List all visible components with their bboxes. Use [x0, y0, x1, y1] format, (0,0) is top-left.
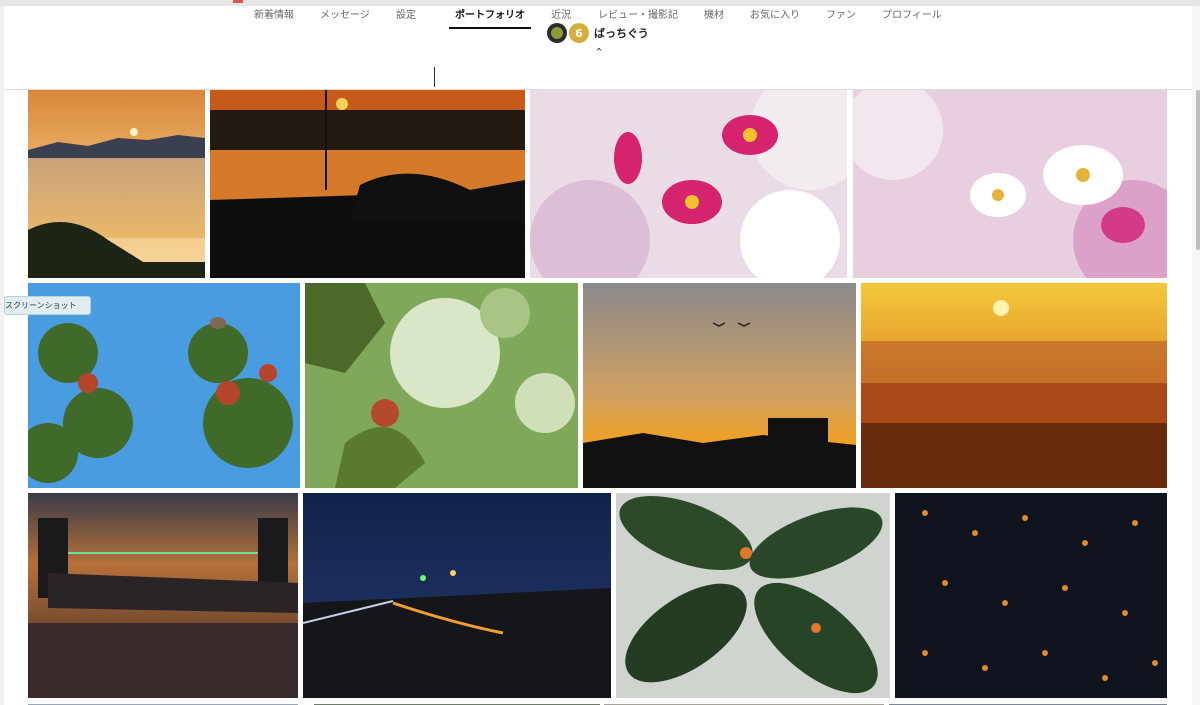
photo-white-cosmos-flowers[interactable] — [853, 90, 1167, 278]
tab-favorites[interactable]: お気に入り — [750, 6, 800, 28]
tab-recent[interactable]: 近況 — [551, 6, 571, 28]
nav-divider — [434, 67, 435, 87]
tab-equipment[interactable]: 機材 — [704, 6, 724, 28]
tab-profile[interactable]: プロフィール — [882, 6, 942, 28]
portfolio-page: 6 ばっちぐう ⌃ 新着情報 メッセージ 設定 ポートフォリオ 近況 レビュー・… — [4, 6, 1192, 705]
photo-osmanthus-blossoms-ground[interactable] — [895, 493, 1167, 698]
photo-sunset-reflection-pylon[interactable] — [210, 90, 525, 278]
photo-osmanthus-leaves[interactable] — [616, 493, 890, 698]
rank-badge: 6 — [569, 23, 589, 43]
tab-reviews[interactable]: レビュー・撮影記 — [598, 6, 678, 28]
photo-pink-cosmos-flowers[interactable] — [530, 90, 847, 278]
tab-messages[interactable]: メッセージ — [320, 6, 370, 28]
photo-night-road-lights[interactable] — [303, 493, 611, 698]
profile-header: 6 ばっちぐう ⌃ 新着情報 メッセージ 設定 ポートフォリオ 近況 レビュー・… — [4, 6, 1192, 90]
screenshot-tooltip: スクリーンショット — [4, 296, 91, 315]
chevron-up-icon[interactable]: ⌃ — [593, 47, 605, 58]
tab-fans[interactable]: ファン — [826, 6, 856, 28]
tab-news[interactable]: 新着情報 — [254, 6, 294, 28]
photo-golden-field-sunset[interactable] — [861, 283, 1167, 488]
photo-illuminated-bridge-night[interactable] — [28, 493, 298, 698]
tab-settings[interactable]: 設定 — [396, 6, 416, 28]
tab-indicator — [233, 0, 243, 3]
photo-sunset-silhouette-birds[interactable] — [583, 283, 856, 488]
scrollbar-thumb[interactable] — [1196, 90, 1200, 250]
tab-portfolio[interactable]: ポートフォリオ — [449, 6, 531, 29]
photo-sunset-river-mountains[interactable] — [28, 90, 205, 278]
photo-autumn-leaves-bokeh[interactable] — [305, 283, 578, 488]
